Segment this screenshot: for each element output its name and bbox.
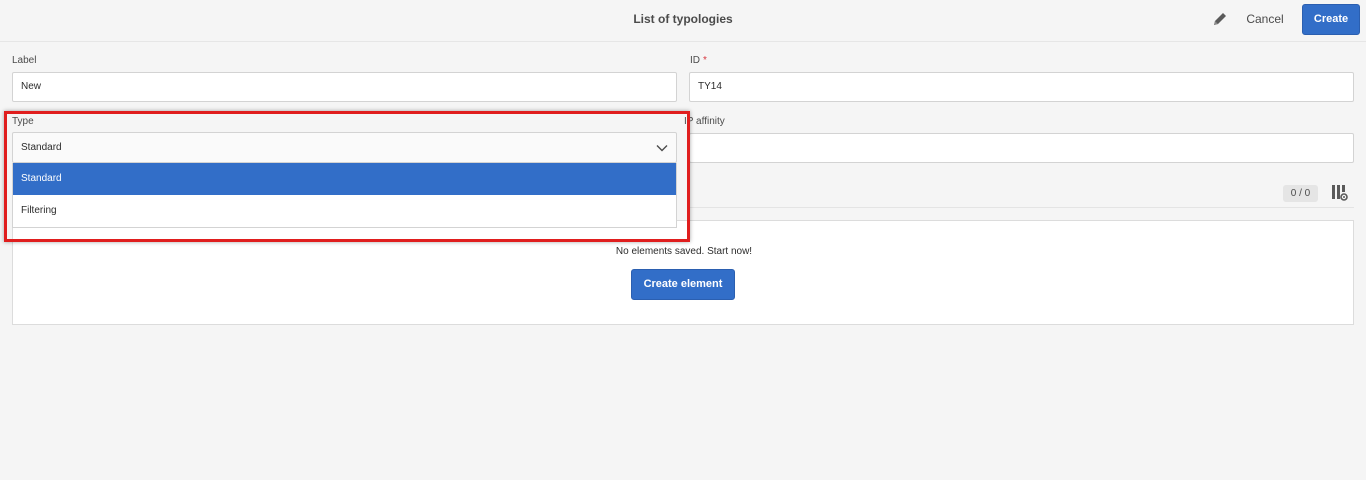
page-title: List of typologies bbox=[633, 12, 733, 26]
type-selected-value: Standard bbox=[21, 142, 62, 153]
element-count-badge: 0 / 0 bbox=[1283, 185, 1318, 202]
chevron-down-icon bbox=[656, 145, 668, 152]
create-button[interactable]: Create bbox=[1302, 4, 1360, 35]
required-marker: * bbox=[703, 55, 707, 66]
elements-list-panel: No elements saved. Start now! Create ele… bbox=[12, 220, 1354, 325]
pencil-icon[interactable] bbox=[1211, 10, 1229, 28]
label-field-label: Label bbox=[12, 55, 37, 66]
label-input[interactable]: New bbox=[12, 72, 677, 102]
cancel-button[interactable]: Cancel bbox=[1240, 11, 1290, 27]
page-header: List of typologies Cancel Create bbox=[0, 0, 1366, 42]
type-option-filtering[interactable]: Filtering bbox=[13, 195, 676, 227]
ip-affinity-input[interactable] bbox=[689, 133, 1354, 163]
type-select[interactable]: Standard bbox=[12, 132, 677, 163]
list-divider bbox=[690, 207, 1354, 208]
id-input[interactable]: TY14 bbox=[689, 72, 1354, 102]
column-settings-icon[interactable] bbox=[1331, 184, 1348, 201]
id-label-text: ID bbox=[690, 55, 700, 66]
ip-affinity-label: IP affinity bbox=[684, 116, 725, 127]
empty-state-message: No elements saved. Start now! bbox=[615, 246, 753, 257]
type-field-label: Type bbox=[12, 116, 34, 127]
create-element-button[interactable]: Create element bbox=[631, 269, 735, 300]
type-option-standard[interactable]: Standard bbox=[13, 163, 676, 195]
id-field-label: ID * bbox=[690, 55, 707, 66]
type-dropdown-menu: Standard Filtering bbox=[12, 163, 677, 228]
